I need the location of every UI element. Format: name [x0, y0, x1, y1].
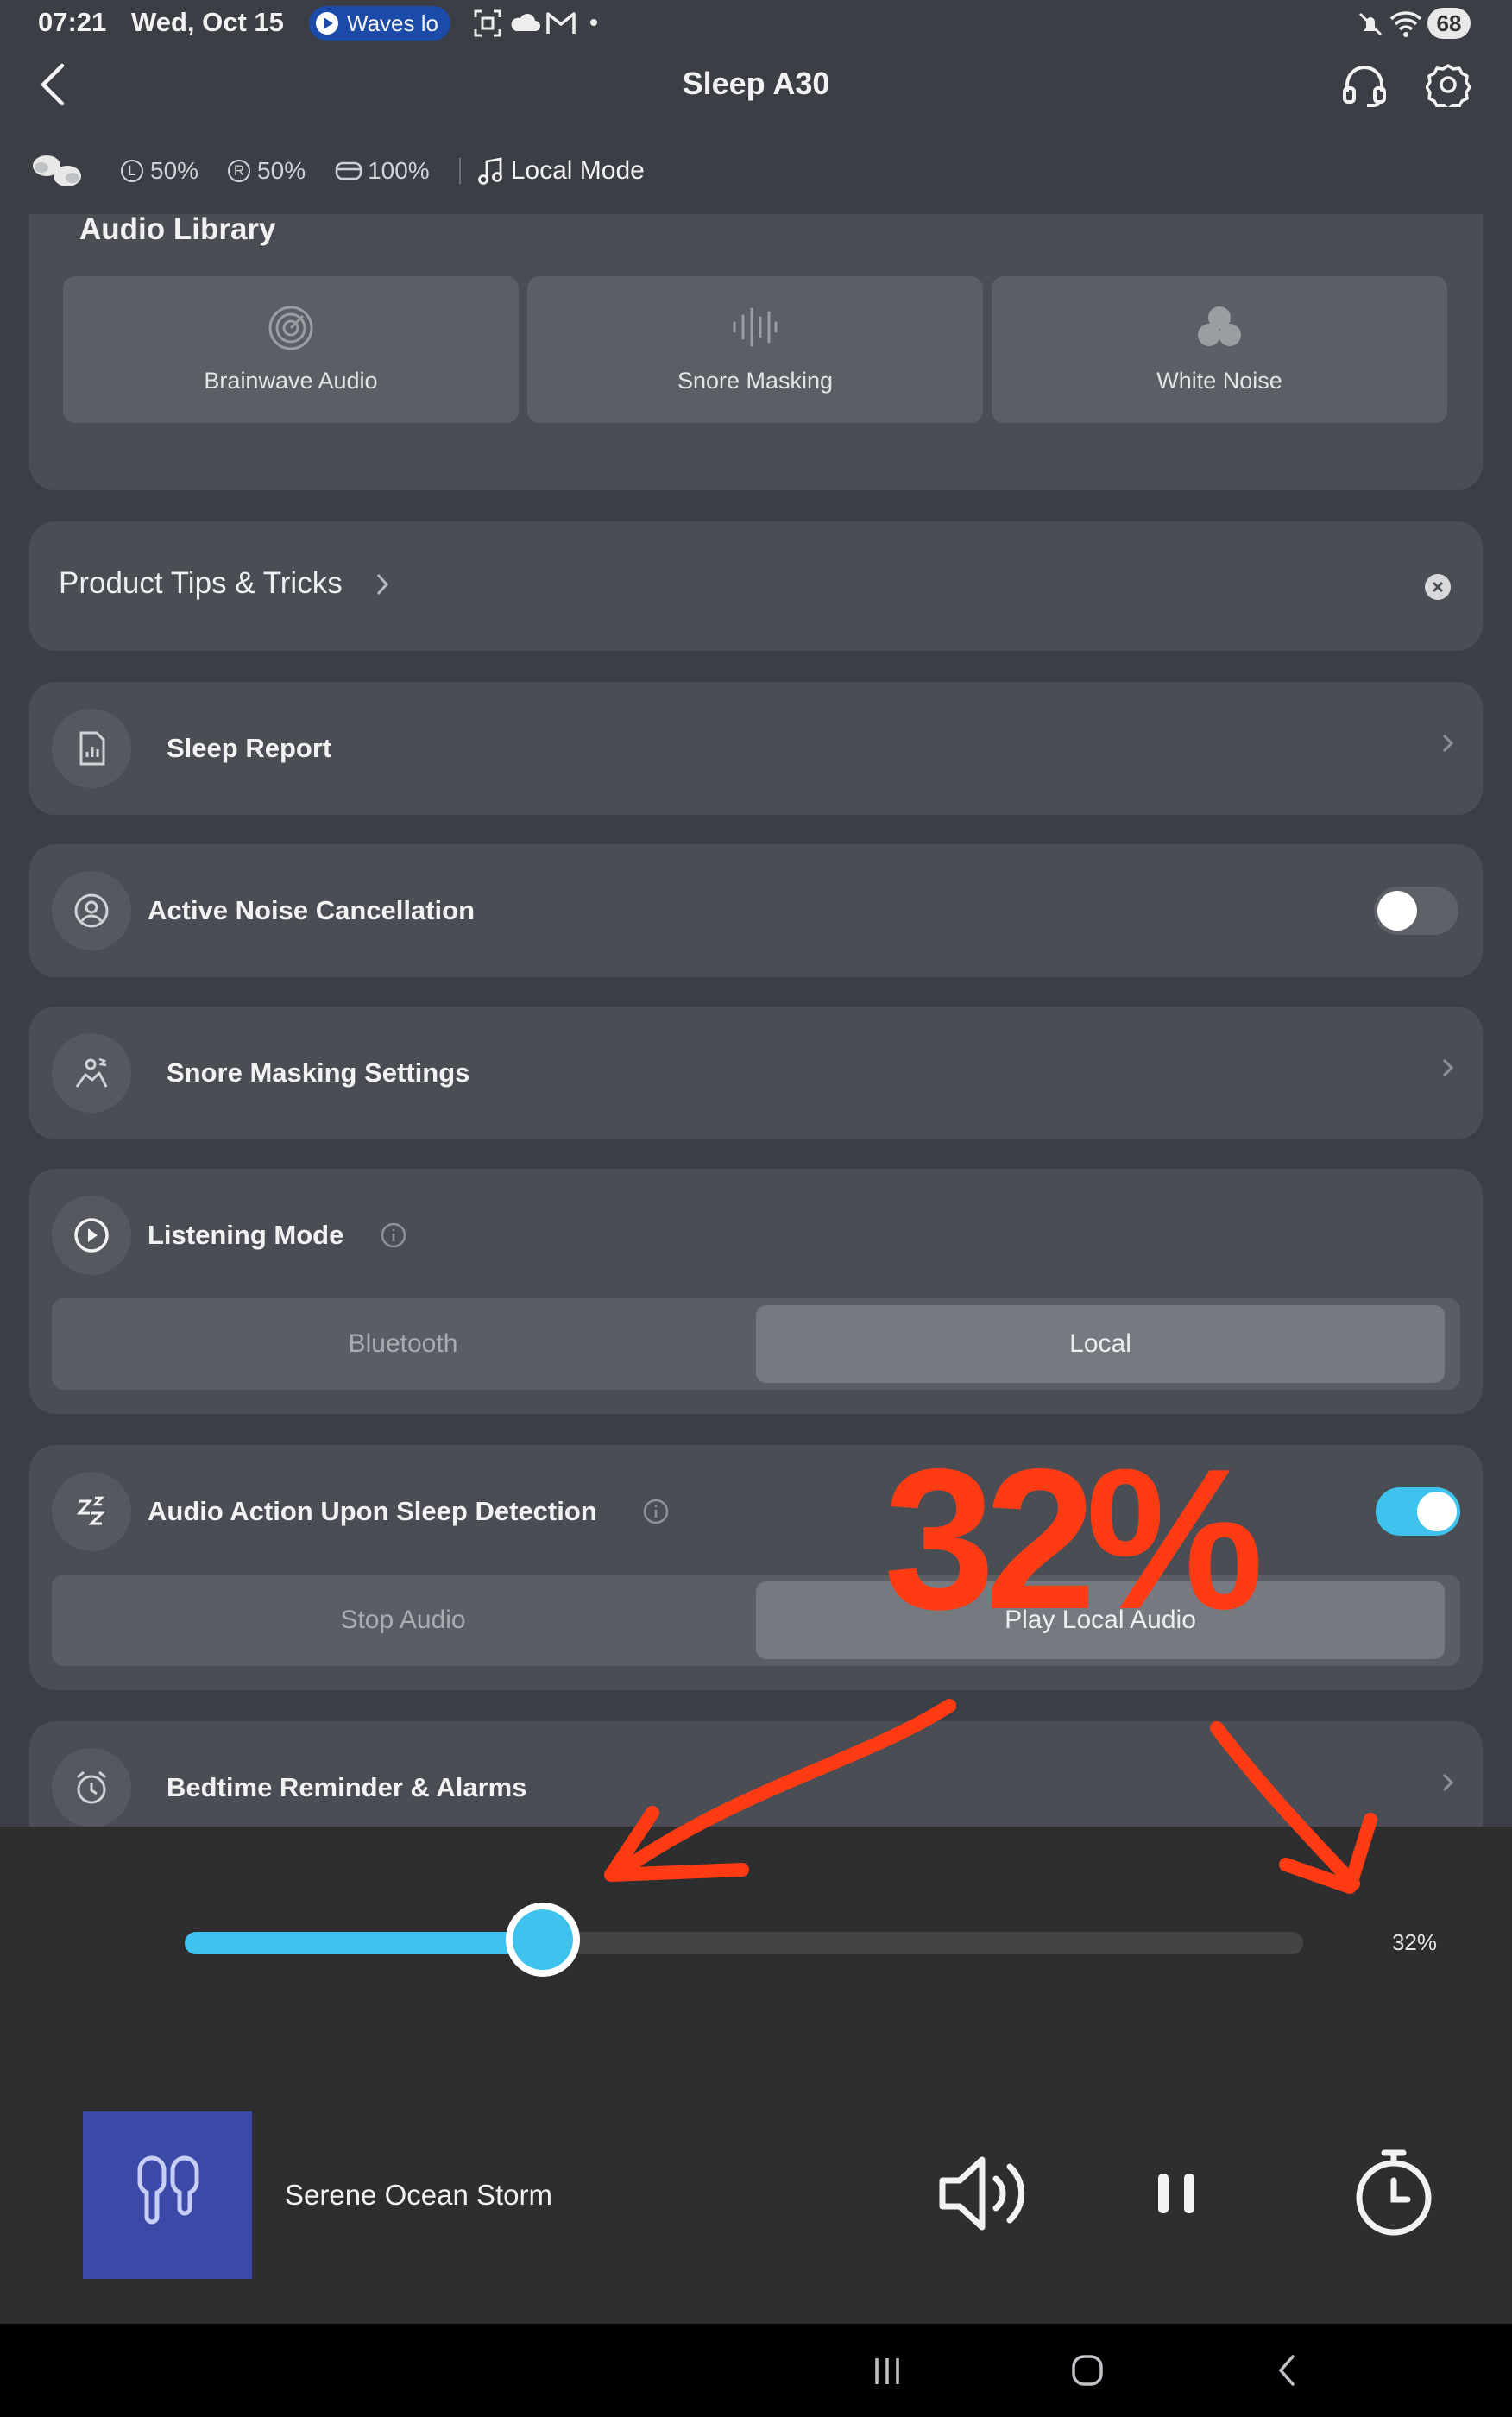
- bedtime-reminder-label: Bedtime Reminder & Alarms: [167, 1772, 527, 1802]
- white-noise-tile[interactable]: White Noise: [992, 276, 1447, 423]
- cloud-icon: [509, 12, 540, 33]
- tile-label: White Noise: [1156, 368, 1282, 394]
- local-mode-indicator: Local Mode: [477, 156, 645, 186]
- chevron-right-icon: [375, 570, 392, 599]
- local-option[interactable]: Local: [756, 1305, 1445, 1383]
- close-icon[interactable]: [1425, 574, 1451, 600]
- earbuds-icon: [29, 150, 86, 192]
- case-icon: [335, 161, 362, 180]
- snore-icon: [52, 1033, 131, 1113]
- home-button[interactable]: [1070, 2353, 1105, 2388]
- bluetooth-option[interactable]: Bluetooth: [59, 1305, 747, 1383]
- bubbles-icon: [1198, 306, 1241, 346]
- left-icon: L: [121, 160, 143, 182]
- recents-button[interactable]: [872, 2357, 903, 2386]
- sleep-detection-toggle[interactable]: [1376, 1487, 1460, 1536]
- gear-icon[interactable]: [1426, 62, 1471, 107]
- waves-chip-label: Waves lo: [347, 9, 438, 36]
- zzz-icon: [52, 1472, 131, 1551]
- product-tips-label: Product Tips & Tricks: [59, 566, 343, 600]
- tile-label: Snore Masking: [677, 368, 834, 394]
- annotation-arrows: [604, 1699, 1377, 1894]
- divider: [458, 158, 461, 184]
- volume-slider-thumb[interactable]: [505, 1903, 580, 1977]
- battery-indicator: 68: [1427, 8, 1471, 39]
- tile-label: Brainwave Audio: [204, 368, 378, 394]
- snore-masking-settings-label: Snore Masking Settings: [167, 1057, 470, 1088]
- annotation-label: 32%: [884, 1428, 1263, 1651]
- system-nav-bar: [0, 2324, 1512, 2417]
- audio-library-title: Audio Library: [79, 212, 276, 246]
- waveform-icon: [733, 307, 778, 347]
- status-time: 07:21: [38, 7, 107, 37]
- volume-slider-fill: [185, 1932, 543, 1954]
- anc-label: Active Noise Cancellation: [148, 895, 476, 925]
- report-icon: [52, 709, 131, 788]
- sleep-report-label: Sleep Report: [167, 733, 332, 763]
- case-battery: 100%: [335, 157, 430, 185]
- volume-value: 32%: [1391, 1929, 1438, 1955]
- album-art[interactable]: [83, 2111, 252, 2279]
- mute-icon: [1357, 10, 1384, 38]
- play-circle-icon: [52, 1196, 131, 1275]
- nav-back-button[interactable]: [1276, 2353, 1298, 2388]
- toggle-knob: [1417, 1492, 1457, 1531]
- sleep-detection-label: Audio Action Upon Sleep Detection: [148, 1496, 597, 1526]
- chevron-right-icon: [1441, 1770, 1455, 1795]
- wifi-icon: [1389, 10, 1422, 38]
- more-notifications-icon: [590, 19, 597, 26]
- alarm-clock-icon: [52, 1748, 131, 1827]
- brainwave-audio-tile[interactable]: Brainwave Audio: [63, 276, 519, 423]
- snore-masking-tile[interactable]: Snore Masking: [527, 276, 983, 423]
- toggle-knob: [1377, 891, 1417, 931]
- anc-toggle[interactable]: [1374, 887, 1458, 935]
- screenshot-icon: [473, 9, 502, 38]
- page-title: Sleep A30: [682, 66, 830, 101]
- brainwave-icon: [268, 306, 313, 350]
- info-icon[interactable]: [642, 1498, 670, 1525]
- volume-icon[interactable]: [937, 2153, 1032, 2234]
- gmail-icon: [545, 10, 576, 36]
- right-icon: R: [228, 160, 251, 182]
- chevron-right-icon: [1441, 1055, 1455, 1081]
- right-bud-battery: R 50%: [228, 157, 306, 185]
- info-icon[interactable]: [380, 1221, 407, 1249]
- track-title: Serene Ocean Storm: [285, 2179, 552, 2211]
- pause-button[interactable]: [1156, 2172, 1196, 2215]
- timer-icon[interactable]: [1351, 2148, 1436, 2237]
- stop-audio-option[interactable]: Stop Audio: [59, 1581, 747, 1659]
- status-bar: 07:21 Wed, Oct 15 Waves lo 68: [0, 0, 1512, 48]
- status-date: Wed, Oct 15: [131, 7, 284, 37]
- play-icon: [316, 12, 338, 35]
- listening-mode-label: Listening Mode: [148, 1220, 344, 1250]
- anc-icon: [52, 871, 131, 950]
- listening-mode-selector: Bluetooth Local: [52, 1298, 1460, 1390]
- chevron-right-icon: [1441, 730, 1455, 756]
- left-bud-battery: L 50%: [121, 157, 198, 185]
- waves-notification-chip[interactable]: Waves lo: [309, 6, 450, 41]
- device-status-bar: L 50% R 50% 100% Local Mode: [29, 148, 674, 193]
- music-note-icon: [477, 157, 502, 185]
- headphones-button[interactable]: [1341, 62, 1388, 107]
